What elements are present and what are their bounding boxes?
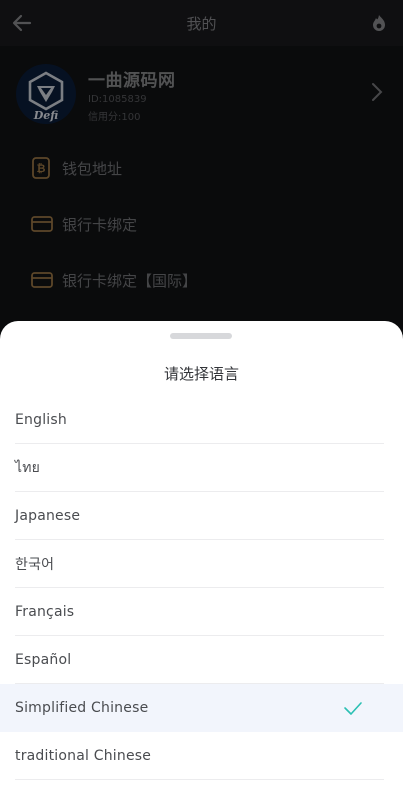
language-label: Simplified Chinese [15, 700, 149, 716]
app-root: 我的 Defi 一曲源码网 ID:1085839 信用分:100 ₿ 钱包地址 … [0, 0, 403, 801]
language-label: traditional Chinese [15, 748, 152, 764]
language-label: Japanese [15, 508, 81, 524]
language-list: English ไทย Japanese 한국어 Français Españo… [0, 396, 403, 780]
language-label: 한국어 [15, 557, 55, 573]
language-label: Español [15, 652, 72, 668]
sheet-title: 请选择语言 [163, 365, 239, 383]
sheet-drag-handle[interactable] [170, 333, 232, 339]
language-label: ไทย [15, 460, 41, 476]
check-icon [343, 699, 363, 717]
language-sheet: 请选择语言 English ไทย Japanese 한국어 Français [0, 321, 403, 801]
language-option-english[interactable]: English [0, 396, 403, 444]
divider [15, 779, 384, 780]
language-option-traditional-chinese[interactable]: traditional Chinese [0, 732, 403, 780]
language-option-french[interactable]: Français [0, 588, 403, 636]
language-option-japanese[interactable]: Japanese [0, 492, 403, 540]
language-option-spanish[interactable]: Español [0, 636, 403, 684]
language-option-simplified-chinese[interactable]: Simplified Chinese [0, 684, 403, 732]
language-label: Français [15, 604, 75, 620]
language-option-korean[interactable]: 한국어 [0, 540, 403, 588]
language-label: English [15, 412, 67, 428]
language-option-thai[interactable]: ไทย [0, 444, 403, 492]
